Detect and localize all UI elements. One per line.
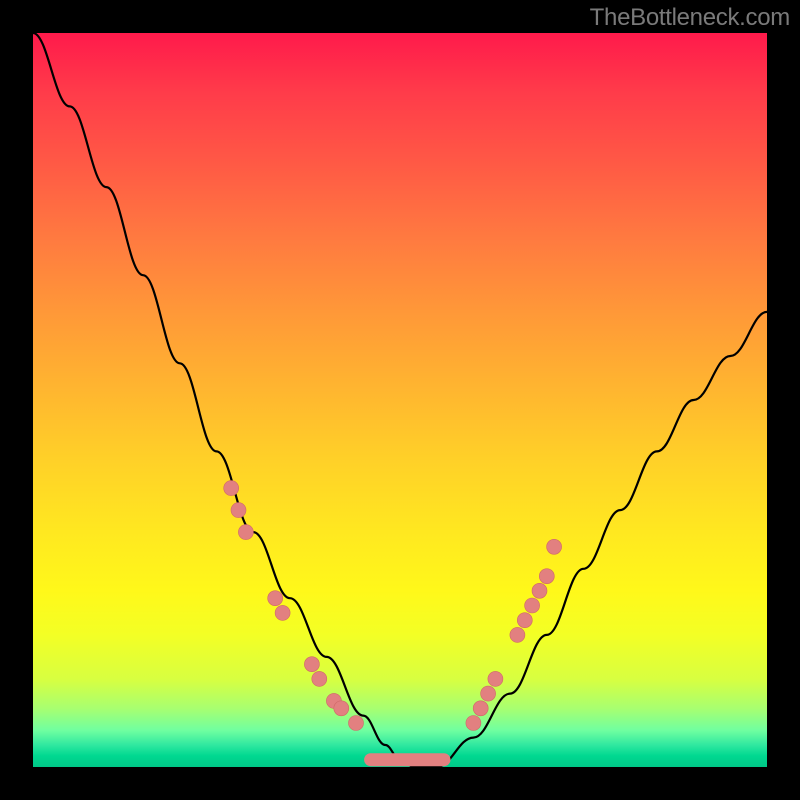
marker-dot	[466, 716, 481, 731]
bottleneck-curve	[33, 33, 767, 767]
marker-dot	[231, 503, 246, 518]
chart-svg	[33, 33, 767, 767]
marker-dot	[510, 627, 525, 642]
marker-dot	[238, 525, 253, 540]
attribution-label: TheBottleneck.com	[590, 4, 790, 32]
marker-dot	[481, 686, 496, 701]
marker-dot	[224, 481, 239, 496]
marker-dot	[268, 591, 283, 606]
marker-dot	[275, 605, 290, 620]
marker-dot	[547, 539, 562, 554]
marker-dot	[517, 613, 532, 628]
marker-dot	[539, 569, 554, 584]
marker-dot	[312, 671, 327, 686]
marker-dot	[334, 701, 349, 716]
marker-dot	[473, 701, 488, 716]
marker-dot	[525, 598, 540, 613]
marker-dot	[488, 671, 503, 686]
chart-frame: TheBottleneck.com	[0, 0, 800, 800]
markers-left	[224, 481, 364, 731]
marker-dot	[532, 583, 547, 598]
plot-area	[33, 33, 767, 767]
marker-dot	[349, 716, 364, 731]
marker-dot	[304, 657, 319, 672]
